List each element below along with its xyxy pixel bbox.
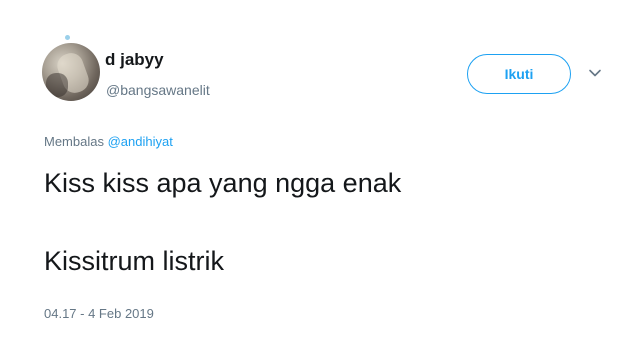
follow-button[interactable]: Ikuti	[467, 54, 571, 94]
tweet-timestamp[interactable]: 04.17 - 4 Feb 2019	[44, 306, 154, 321]
display-name[interactable]: d jabyy	[105, 50, 164, 70]
avatar[interactable]	[42, 43, 100, 101]
avatar-shadow	[46, 73, 68, 97]
reply-prefix: Membalas	[44, 134, 104, 149]
tweet-text-line-2: Kissitrum listrik	[44, 246, 224, 276]
tweet-card: d jabyy @bangsawanelit Ikuti Membalas @a…	[0, 0, 640, 360]
online-indicator	[65, 35, 70, 40]
tweet-text-line-1: Kiss kiss apa yang ngga enak	[44, 168, 402, 198]
user-handle[interactable]: @bangsawanelit	[106, 82, 210, 98]
reply-mention-link[interactable]: @andihiyat	[108, 134, 173, 149]
chevron-down-icon[interactable]	[588, 66, 602, 80]
reply-context: Membalas @andihiyat	[44, 134, 173, 149]
